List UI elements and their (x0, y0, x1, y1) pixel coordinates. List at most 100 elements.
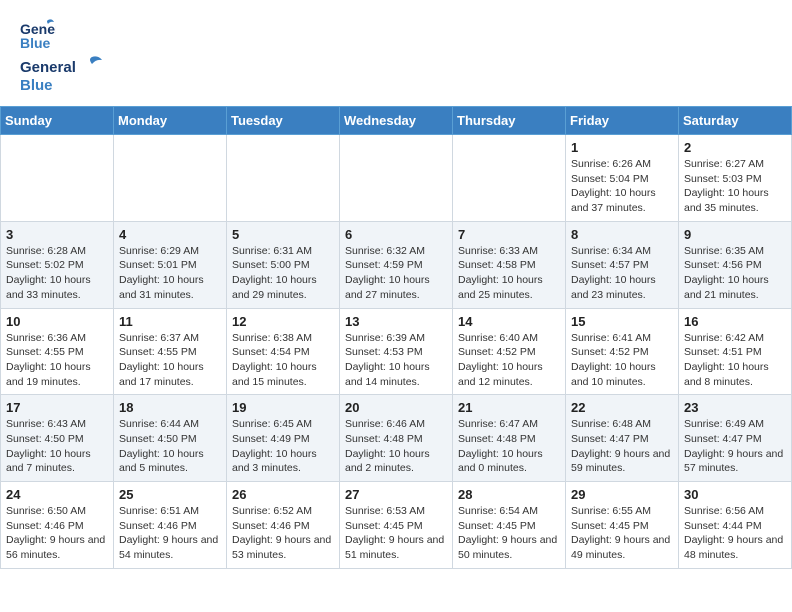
day-number: 2 (684, 140, 786, 155)
day-number: 21 (458, 400, 560, 415)
cell-text: Sunrise: 6:48 AMSunset: 4:47 PMDaylight:… (571, 417, 673, 476)
day-number: 1 (571, 140, 673, 155)
cell-text: Sunrise: 6:41 AMSunset: 4:52 PMDaylight:… (571, 331, 673, 390)
week-row-4: 17 Sunrise: 6:43 AMSunset: 4:50 PMDayligh… (1, 395, 792, 482)
calendar-cell: 6 Sunrise: 6:32 AMSunset: 4:59 PMDaylight… (340, 221, 453, 308)
day-number: 19 (232, 400, 334, 415)
day-number: 12 (232, 314, 334, 329)
weekday-header-monday: Monday (114, 107, 227, 135)
svg-text:General: General (20, 59, 76, 76)
day-number: 30 (684, 487, 786, 502)
cell-text: Sunrise: 6:28 AMSunset: 5:02 PMDaylight:… (6, 244, 108, 303)
calendar-cell: 28 Sunrise: 6:54 AMSunset: 4:45 PMDayligh… (453, 482, 566, 569)
logo: General Blue General Blue (20, 16, 120, 94)
day-number: 6 (345, 227, 447, 242)
calendar-cell: 9 Sunrise: 6:35 AMSunset: 4:56 PMDaylight… (679, 221, 792, 308)
calendar-cell: 11 Sunrise: 6:37 AMSunset: 4:55 PMDayligh… (114, 308, 227, 395)
day-number: 29 (571, 487, 673, 502)
cell-text: Sunrise: 6:31 AMSunset: 5:00 PMDaylight:… (232, 244, 334, 303)
day-number: 25 (119, 487, 221, 502)
day-number: 28 (458, 487, 560, 502)
calendar-cell: 20 Sunrise: 6:46 AMSunset: 4:48 PMDayligh… (340, 395, 453, 482)
cell-text: Sunrise: 6:50 AMSunset: 4:46 PMDaylight:… (6, 504, 108, 563)
day-number: 5 (232, 227, 334, 242)
cell-text: Sunrise: 6:53 AMSunset: 4:45 PMDaylight:… (345, 504, 447, 563)
cell-text: Sunrise: 6:33 AMSunset: 4:58 PMDaylight:… (458, 244, 560, 303)
cell-text: Sunrise: 6:27 AMSunset: 5:03 PMDaylight:… (684, 157, 786, 216)
cell-text: Sunrise: 6:42 AMSunset: 4:51 PMDaylight:… (684, 331, 786, 390)
cell-text: Sunrise: 6:35 AMSunset: 4:56 PMDaylight:… (684, 244, 786, 303)
weekday-header-saturday: Saturday (679, 107, 792, 135)
day-number: 17 (6, 400, 108, 415)
cell-text: Sunrise: 6:32 AMSunset: 4:59 PMDaylight:… (345, 244, 447, 303)
calendar-cell: 10Sunrise: 6:36 AMSunset: 4:55 PMDayligh… (1, 308, 114, 395)
calendar-cell (227, 135, 340, 222)
day-number: 20 (345, 400, 447, 415)
week-row-2: 3 Sunrise: 6:28 AMSunset: 5:02 PMDaylight… (1, 221, 792, 308)
day-number: 11 (119, 314, 221, 329)
day-number: 3 (6, 227, 108, 242)
calendar-cell (340, 135, 453, 222)
cell-text: Sunrise: 6:37 AMSunset: 4:55 PMDaylight:… (119, 331, 221, 390)
calendar-cell: 30 Sunrise: 6:56 AMSunset: 4:44 PMDayligh… (679, 482, 792, 569)
weekday-header-row: SundayMondayTuesdayWednesdayThursdayFrid… (1, 107, 792, 135)
svg-text:Blue: Blue (20, 35, 51, 51)
calendar-cell: 16 Sunrise: 6:42 AMSunset: 4:51 PMDayligh… (679, 308, 792, 395)
page-header: General Blue General Blue (0, 0, 792, 98)
day-number: 8 (571, 227, 673, 242)
calendar-cell: 14 Sunrise: 6:40 AMSunset: 4:52 PMDayligh… (453, 308, 566, 395)
calendar-cell (1, 135, 114, 222)
calendar-cell: 3 Sunrise: 6:28 AMSunset: 5:02 PMDaylight… (1, 221, 114, 308)
day-number: 9 (684, 227, 786, 242)
logo-full: General Blue (20, 54, 120, 94)
day-number: 10 (6, 314, 108, 329)
cell-text: Sunrise: 6:45 AMSunset: 4:49 PMDaylight:… (232, 417, 334, 476)
calendar-cell: 26 Sunrise: 6:52 AMSunset: 4:46 PMDayligh… (227, 482, 340, 569)
cell-text: Sunrise: 6:44 AMSunset: 4:50 PMDaylight:… (119, 417, 221, 476)
cell-text: Sunrise: 6:34 AMSunset: 4:57 PMDaylight:… (571, 244, 673, 303)
cell-text: Sunrise: 6:49 AMSunset: 4:47 PMDaylight:… (684, 417, 786, 476)
week-row-5: 24 Sunrise: 6:50 AMSunset: 4:46 PMDayligh… (1, 482, 792, 569)
cell-text: Sunrise: 6:56 AMSunset: 4:44 PMDaylight:… (684, 504, 786, 563)
day-number: 14 (458, 314, 560, 329)
calendar-cell: 8 Sunrise: 6:34 AMSunset: 4:57 PMDaylight… (566, 221, 679, 308)
svg-text:Blue: Blue (20, 77, 53, 94)
day-number: 4 (119, 227, 221, 242)
cell-text: Sunrise: 6:46 AMSunset: 4:48 PMDaylight:… (345, 417, 447, 476)
cell-text: Sunrise: 6:40 AMSunset: 4:52 PMDaylight:… (458, 331, 560, 390)
calendar-cell: 7 Sunrise: 6:33 AMSunset: 4:58 PMDaylight… (453, 221, 566, 308)
weekday-header-friday: Friday (566, 107, 679, 135)
day-number: 27 (345, 487, 447, 502)
day-number: 16 (684, 314, 786, 329)
day-number: 15 (571, 314, 673, 329)
calendar-cell: 1 Sunrise: 6:26 AMSunset: 5:04 PMDaylight… (566, 135, 679, 222)
page-container: General Blue General Blue SundayMon (0, 0, 792, 569)
day-number: 18 (119, 400, 221, 415)
day-number: 22 (571, 400, 673, 415)
cell-text: Sunrise: 6:51 AMSunset: 4:46 PMDaylight:… (119, 504, 221, 563)
calendar-cell: 22 Sunrise: 6:48 AMSunset: 4:47 PMDayligh… (566, 395, 679, 482)
calendar-cell: 18 Sunrise: 6:44 AMSunset: 4:50 PMDayligh… (114, 395, 227, 482)
calendar-cell: 13Sunrise: 6:39 AMSunset: 4:53 PMDayligh… (340, 308, 453, 395)
calendar-table: SundayMondayTuesdayWednesdayThursdayFrid… (0, 106, 792, 569)
calendar-cell: 4 Sunrise: 6:29 AMSunset: 5:01 PMDaylight… (114, 221, 227, 308)
calendar-cell: 17 Sunrise: 6:43 AMSunset: 4:50 PMDayligh… (1, 395, 114, 482)
weekday-header-tuesday: Tuesday (227, 107, 340, 135)
cell-text: Sunrise: 6:26 AMSunset: 5:04 PMDaylight:… (571, 157, 673, 216)
weekday-header-sunday: Sunday (1, 107, 114, 135)
day-number: 24 (6, 487, 108, 502)
day-number: 7 (458, 227, 560, 242)
calendar-cell (453, 135, 566, 222)
weekday-header-wednesday: Wednesday (340, 107, 453, 135)
day-number: 26 (232, 487, 334, 502)
weekday-header-thursday: Thursday (453, 107, 566, 135)
cell-text: Sunrise: 6:43 AMSunset: 4:50 PMDaylight:… (6, 417, 108, 476)
cell-text: Sunrise: 6:54 AMSunset: 4:45 PMDaylight:… (458, 504, 560, 563)
logo-icon: General Blue (20, 16, 56, 52)
calendar-cell: 5 Sunrise: 6:31 AMSunset: 5:00 PMDaylight… (227, 221, 340, 308)
cell-text: Sunrise: 6:29 AMSunset: 5:01 PMDaylight:… (119, 244, 221, 303)
cell-text: Sunrise: 6:52 AMSunset: 4:46 PMDaylight:… (232, 504, 334, 563)
calendar-cell: 25 Sunrise: 6:51 AMSunset: 4:46 PMDayligh… (114, 482, 227, 569)
calendar-cell (114, 135, 227, 222)
week-row-1: 1 Sunrise: 6:26 AMSunset: 5:04 PMDaylight… (1, 135, 792, 222)
